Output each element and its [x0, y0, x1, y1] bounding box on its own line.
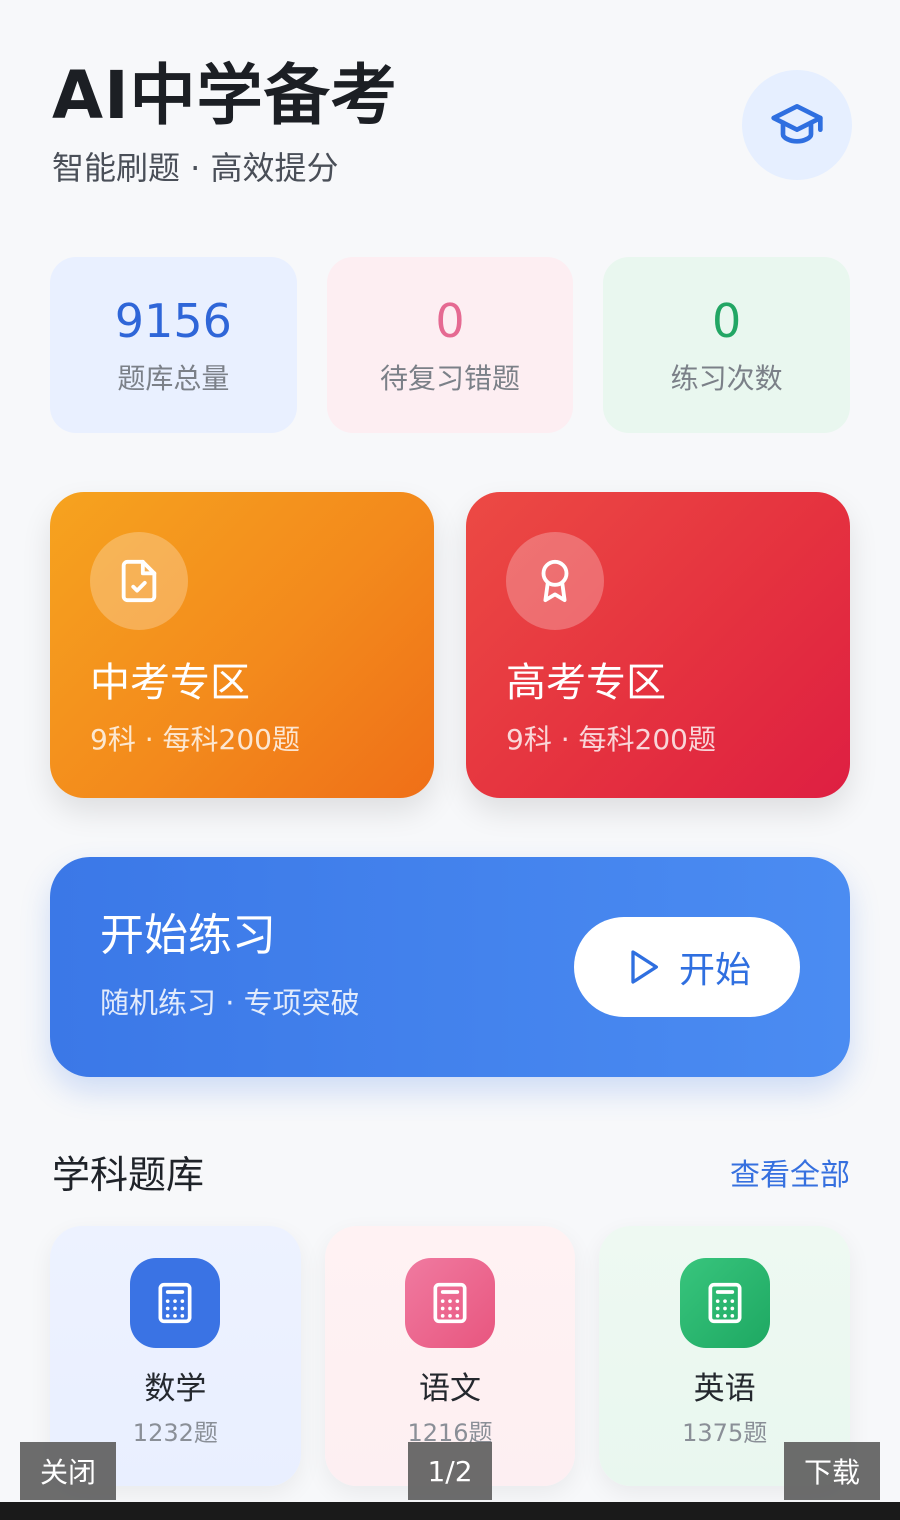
bottom-strip: [0, 1502, 900, 1520]
calculator-icon: [405, 1258, 495, 1348]
graduation-cap-icon[interactable]: [742, 70, 852, 180]
zone-card-zhongkao[interactable]: 中考专区 9科 · 每科200题: [50, 492, 434, 798]
zone-desc: 9科 · 每科200题: [506, 723, 716, 756]
stat-label: 题库总量: [117, 362, 230, 395]
start-button-label: 开始: [678, 950, 751, 991]
close-button[interactable]: 关闭: [20, 1442, 116, 1500]
play-icon: [631, 950, 658, 984]
download-button[interactable]: 下载: [784, 1442, 880, 1500]
section-title: 学科题库: [52, 1153, 205, 1197]
practice-banner[interactable]: 开始练习 随机练习 · 专项突破 开始: [50, 857, 850, 1077]
zone-card-gaokao[interactable]: 高考专区 9科 · 每科200题: [466, 492, 850, 798]
stat-value: 0: [435, 294, 465, 348]
stat-label: 练习次数: [670, 362, 783, 395]
start-button[interactable]: 开始: [574, 917, 800, 1017]
app-subtitle: 智能刷题 · 高效提分: [52, 149, 339, 187]
zone-title: 高考专区: [506, 660, 666, 706]
document-check-icon: [90, 532, 188, 630]
subject-name: 数学: [144, 1371, 207, 1407]
calculator-icon: [679, 1258, 770, 1348]
stat-value: 0: [712, 294, 742, 348]
award-ribbon-icon: [506, 532, 604, 630]
zone-desc: 9科 · 每科200题: [90, 723, 300, 756]
subject-count: 1232题: [132, 1419, 218, 1447]
view-all-link[interactable]: 查看全部: [730, 1150, 850, 1194]
stat-card-wrong-review[interactable]: 0 待复习错题: [326, 257, 574, 433]
stat-card-practice-count[interactable]: 0 练习次数: [603, 257, 851, 433]
subject-name: 语文: [419, 1371, 481, 1407]
app-title: AI中学备考: [52, 57, 398, 134]
stat-label: 待复习错题: [380, 362, 521, 395]
subjects-section-header: 学科题库 查看全部: [52, 1140, 850, 1197]
header: AI中学备考 智能刷题 · 高效提分: [52, 58, 852, 198]
page-indicator: 1/2: [408, 1442, 492, 1500]
exam-zones: 中考专区 9科 · 每科200题 高考专区 9科 · 每科200题: [50, 492, 850, 798]
calculator-icon: [130, 1258, 221, 1348]
zone-title: 中考专区: [90, 660, 250, 706]
subject-name: 英语: [693, 1371, 756, 1407]
stat-card-total[interactable]: 9156 题库总量: [50, 257, 297, 433]
stat-value: 9156: [114, 294, 232, 348]
stats-row: 9156 题库总量 0 待复习错题 0 练习次数: [50, 257, 851, 433]
subject-count: 1375题: [682, 1419, 768, 1447]
